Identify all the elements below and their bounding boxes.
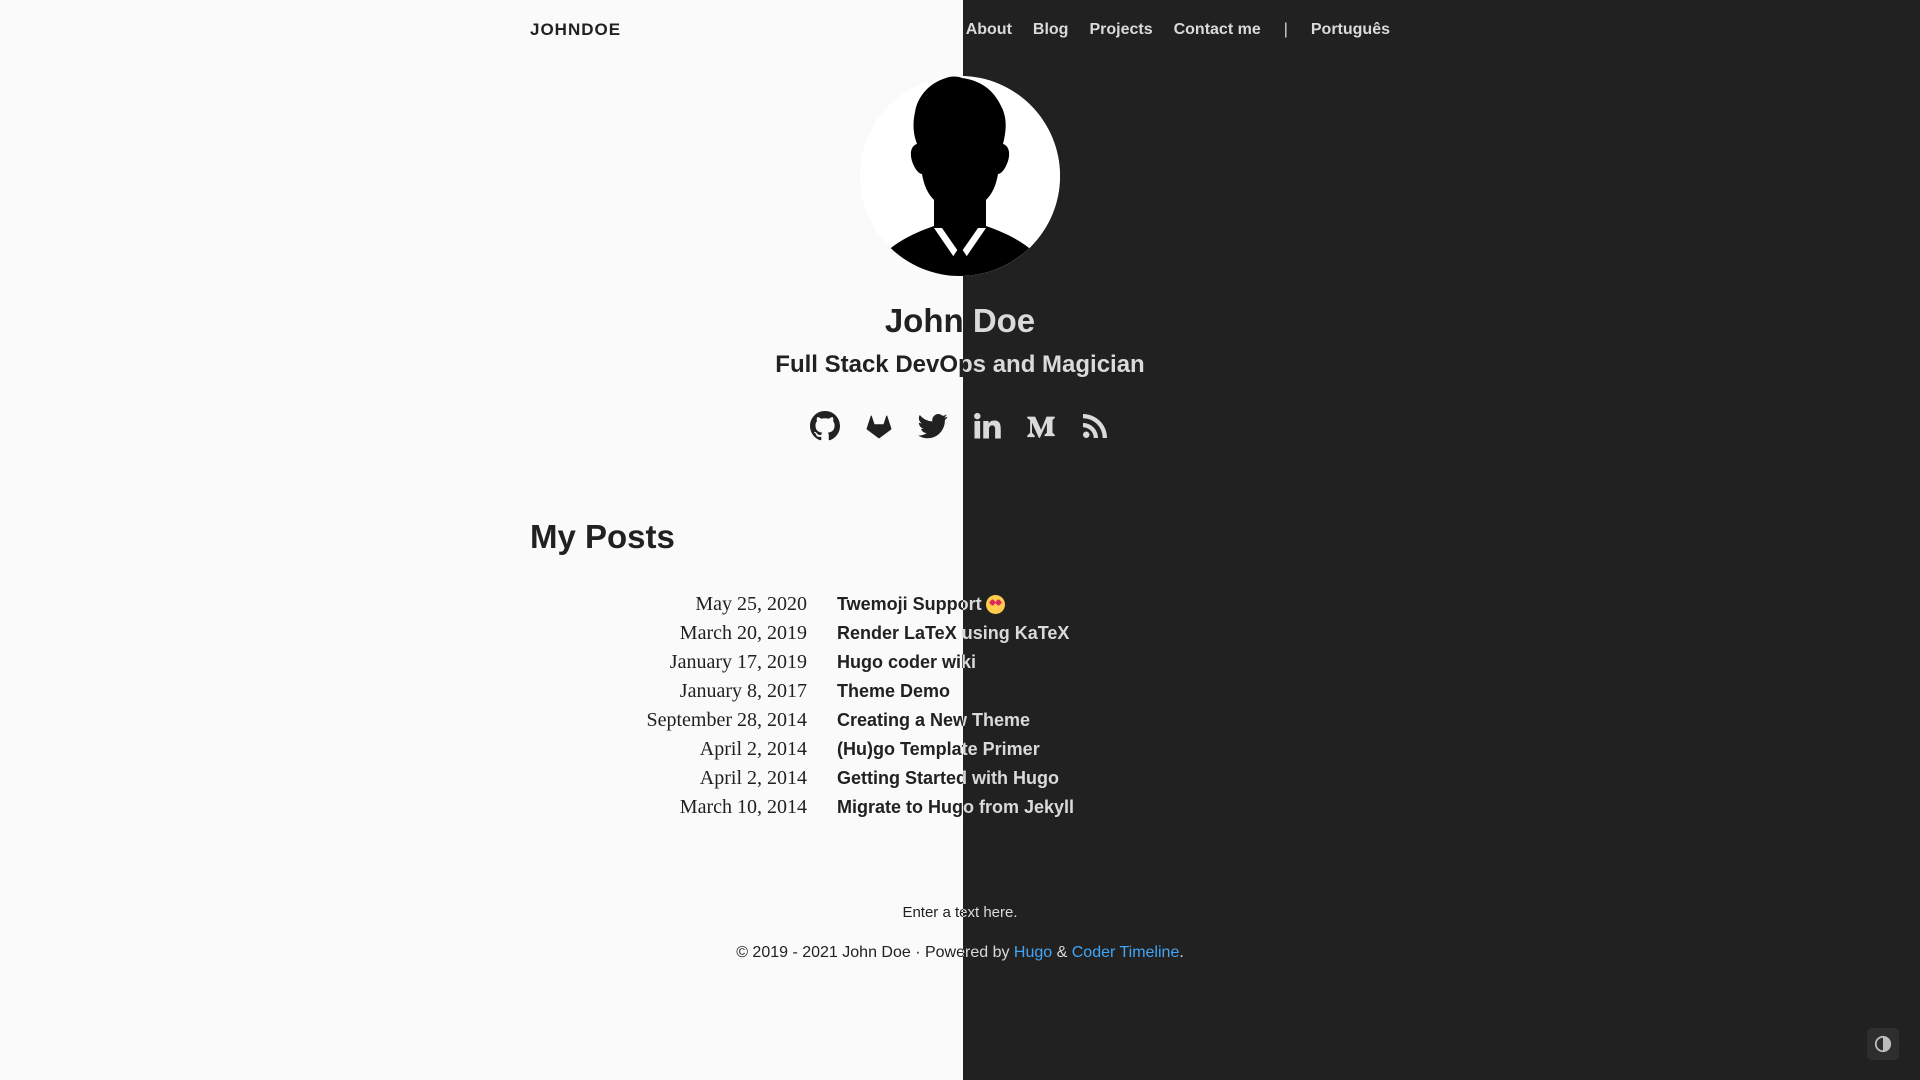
theme-toggle-button[interactable] [1867, 1028, 1899, 1060]
post-date: May 25, 2020 [695, 593, 807, 615]
nav-item-projects[interactable]: Projects [1089, 21, 1152, 39]
nav-item-contact[interactable]: Contact me [1174, 21, 1261, 39]
nav-item-about[interactable]: About [966, 21, 1012, 39]
post-date: January 17, 2019 [669, 651, 807, 673]
star-struck-emoji-icon [985, 595, 1005, 614]
linkedin-icon[interactable] [971, 410, 1003, 442]
twitter-icon[interactable] [917, 410, 949, 442]
language-switch[interactable]: Português [1311, 21, 1390, 39]
site-brand[interactable]: JOHNDOE [530, 20, 621, 40]
github-icon[interactable] [809, 410, 841, 442]
medium-icon[interactable] [1025, 410, 1057, 442]
nav-separator: | [1283, 21, 1288, 38]
post-link[interactable]: Hugo coder wiki [837, 652, 963, 673]
post-date: April 2, 2014 [699, 767, 807, 789]
gitlab-icon[interactable] [863, 410, 895, 442]
post-date: March 20, 2019 [679, 622, 807, 644]
nav-item-blog[interactable]: Blog [1033, 21, 1069, 39]
rss-icon[interactable] [1079, 410, 1111, 442]
post-title: Twemoji Support [837, 594, 982, 614]
post-date: January 8, 2017 [679, 680, 807, 702]
posts-heading: My Posts [530, 518, 675, 555]
nav-menu: About Blog Projects Contact me | Portugu… [966, 21, 1390, 39]
period-text: . [1179, 944, 1184, 961]
coder-timeline-link[interactable]: Coder Timeline [1072, 944, 1180, 961]
post-link[interactable]: Theme Demo [837, 681, 950, 702]
post-date: March 10, 2014 [679, 796, 807, 818]
post-date: April 2, 2014 [699, 738, 807, 760]
ampersand-text: & [1052, 944, 1072, 961]
hugo-link[interactable]: Hugo [1014, 944, 1052, 961]
contrast-icon [1874, 1035, 1892, 1053]
post-date: September 28, 2014 [646, 709, 807, 731]
